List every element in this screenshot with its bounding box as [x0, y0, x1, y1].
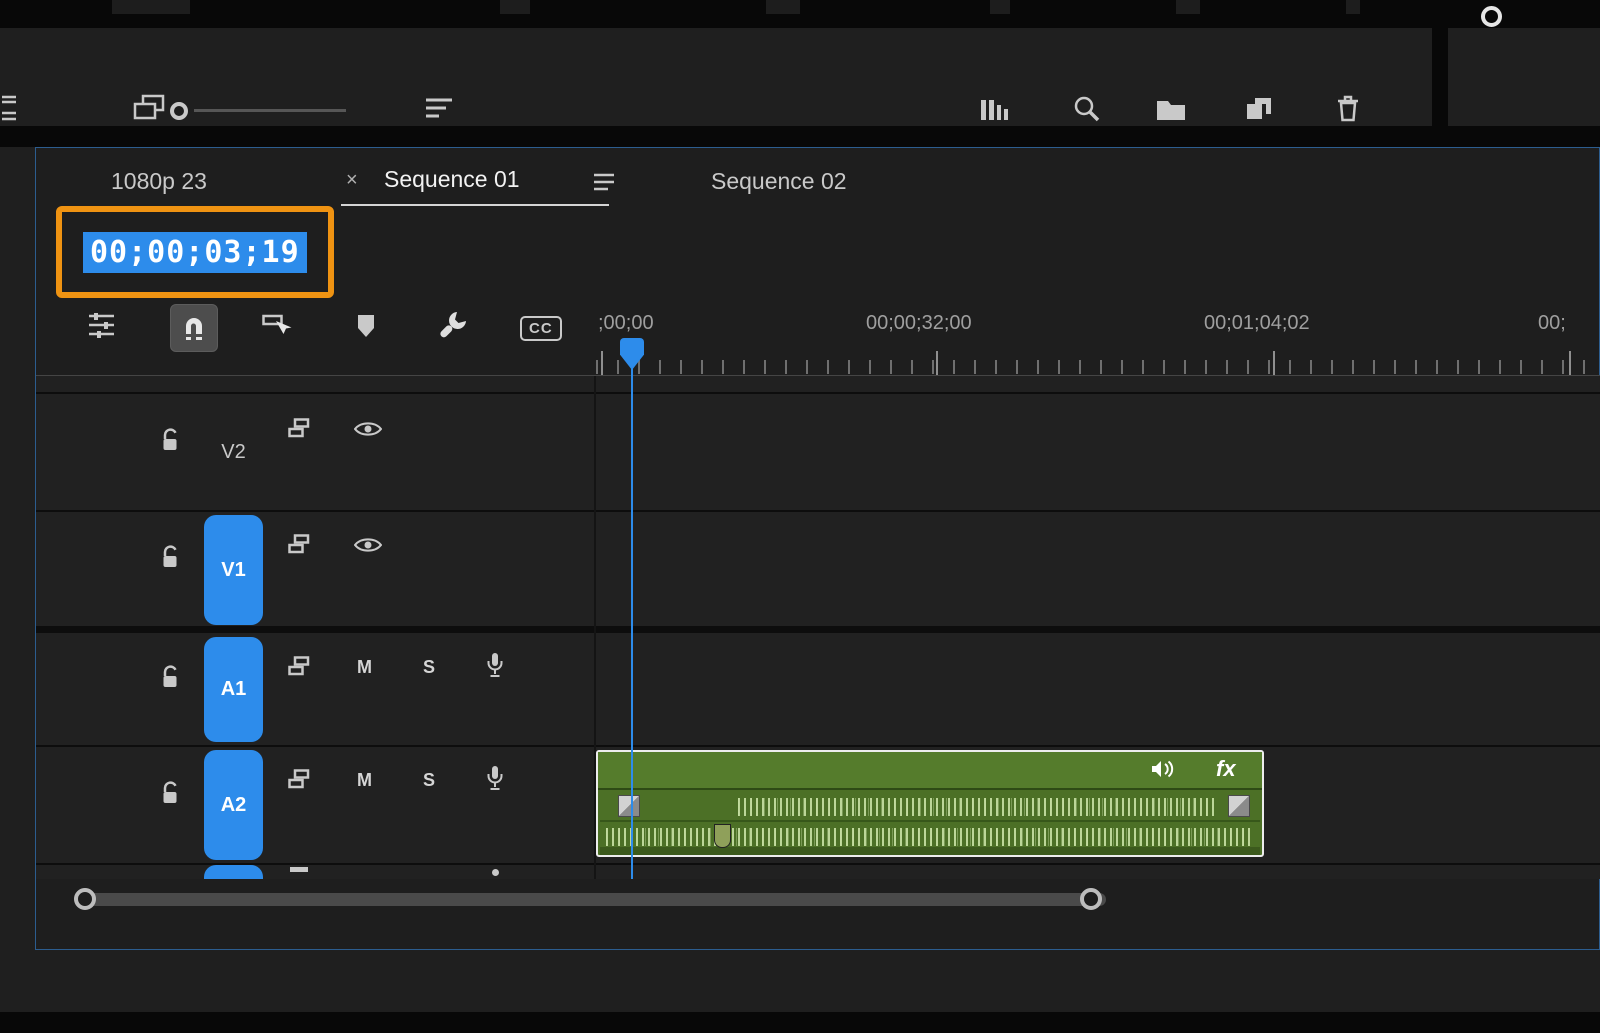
- clip-fade-handle-right[interactable]: [1228, 795, 1250, 817]
- track-lock-icon[interactable]: [160, 663, 182, 691]
- video-audio-divider[interactable]: [36, 626, 1600, 633]
- solo-track-button[interactable]: S: [423, 770, 435, 791]
- new-item-icon[interactable]: [1246, 97, 1272, 121]
- automate-to-sequence-icon[interactable]: [980, 98, 1012, 122]
- clip-fx-badge: fx: [1216, 756, 1236, 782]
- circle-indicator-icon[interactable]: [1481, 6, 1502, 27]
- top-window-strip: [0, 0, 1600, 28]
- window-fragment: [112, 0, 190, 14]
- linked-selection-icon[interactable]: [262, 312, 292, 340]
- ruler-major-tick: [601, 351, 603, 375]
- toggle-track-output-icon[interactable]: [354, 536, 382, 554]
- close-tab-icon[interactable]: ×: [346, 169, 358, 192]
- source-patch-icon[interactable]: [288, 769, 310, 789]
- window-fragment: [1346, 0, 1360, 14]
- timeline-panel: 1080p 23 × Sequence 01 Sequence 02 00;00…: [35, 147, 1600, 950]
- playhead-line[interactable]: [631, 368, 633, 879]
- source-patch-icon[interactable]: [288, 418, 310, 438]
- scrollbar-zoom-handle-right[interactable]: [1080, 888, 1102, 910]
- solo-track-button[interactable]: S: [423, 657, 435, 678]
- track-target-partial[interactable]: [204, 865, 263, 879]
- bottom-window-strip: [0, 1012, 1600, 1033]
- window-fragment: [500, 0, 530, 14]
- ruler-major-tick: [1273, 351, 1275, 375]
- zoom-slider-track[interactable]: [194, 109, 346, 112]
- ruler-label: ;00;00: [598, 312, 654, 335]
- track-divider: [36, 510, 1600, 512]
- add-marker-icon[interactable]: [356, 314, 376, 338]
- ruler-label: 00;00;32;00: [866, 312, 972, 335]
- ruler-label: 00;: [1538, 312, 1566, 335]
- list-view-icon[interactable]: [0, 92, 18, 124]
- panel-menu-icon[interactable]: [592, 172, 616, 192]
- window-fragment: [766, 0, 800, 14]
- delete-icon[interactable]: [1336, 94, 1360, 122]
- source-patch-icon[interactable]: [288, 534, 310, 554]
- new-bin-icon[interactable]: [1156, 98, 1186, 122]
- app-window: 1080p 23 × Sequence 01 Sequence 02 00;00…: [0, 0, 1600, 1033]
- window-fragment: [1176, 0, 1200, 14]
- clip-bottom-strip: [600, 847, 1260, 855]
- ruler-label: 00;01;04;02: [1204, 312, 1310, 335]
- track-lock-icon[interactable]: [160, 426, 182, 454]
- mute-track-button[interactable]: M: [357, 657, 372, 678]
- tab-sequence-02[interactable]: Sequence 02: [711, 168, 847, 195]
- track-lock-icon[interactable]: [160, 543, 182, 571]
- captions-icon[interactable]: CC: [520, 316, 562, 341]
- clip-waveform-upper: [738, 798, 1216, 816]
- panel-divider: [1432, 0, 1448, 147]
- sort-icon[interactable]: [424, 96, 454, 122]
- voiceover-record-icon[interactable]: [486, 765, 504, 792]
- window-fragment: [990, 0, 1010, 14]
- clip-fade-handle-left[interactable]: [618, 795, 640, 817]
- toggle-track-output-icon[interactable]: [354, 420, 382, 438]
- tab-clip-monitor[interactable]: 1080p 23: [111, 168, 207, 195]
- source-patch-icon[interactable]: [288, 656, 310, 676]
- ruler-major-tick: [936, 351, 938, 375]
- mute-track-button[interactable]: M: [357, 770, 372, 791]
- time-ruler[interactable]: ;00;00 00;00;32;00 00;01;04;02 00;: [594, 300, 1600, 376]
- voiceover-record-icon: [492, 869, 499, 876]
- track-area: V2 V1 A1: [36, 376, 1600, 879]
- voiceover-record-icon[interactable]: [486, 652, 504, 679]
- timeline-settings-icon[interactable]: [438, 310, 468, 340]
- project-panel-toolbar: [0, 28, 1432, 126]
- ruler-major-tick: [1569, 351, 1571, 375]
- active-tab-underline: [341, 204, 609, 206]
- track-target-a2[interactable]: A2: [204, 750, 263, 860]
- track-divider: [36, 863, 1600, 865]
- snap-toggle[interactable]: [170, 304, 218, 352]
- track-lock-icon[interactable]: [160, 779, 182, 807]
- track-divider: [36, 745, 1600, 747]
- track-divider: [36, 392, 1600, 394]
- clip-waveform-lower: [606, 828, 1254, 846]
- track-target-a1[interactable]: A1: [204, 637, 263, 742]
- snap-icon: [171, 305, 217, 351]
- track-target-v2[interactable]: V2: [204, 397, 263, 507]
- annotation-highlight-box: [56, 206, 334, 298]
- zoom-slider-knob[interactable]: [170, 102, 188, 120]
- horizontal-scrollbar[interactable]: [76, 893, 1106, 906]
- track-target-v1[interactable]: V1: [204, 515, 263, 625]
- ruler-minor-ticks: [596, 360, 1600, 374]
- icon-view-icon[interactable]: [132, 94, 166, 122]
- panel-gap: [0, 126, 1600, 147]
- audio-speaker-icon: [1150, 759, 1176, 779]
- nest-sequences-icon[interactable]: [86, 312, 116, 338]
- search-icon[interactable]: [1072, 94, 1100, 122]
- audio-clip[interactable]: fx: [596, 750, 1264, 857]
- clip-keyframe-handle[interactable]: [714, 824, 731, 848]
- tab-sequence-01[interactable]: Sequence 01: [384, 166, 520, 193]
- scrollbar-zoom-handle-left[interactable]: [74, 888, 96, 910]
- clip-center-line: [600, 820, 1260, 822]
- source-patch-icon: [290, 867, 308, 872]
